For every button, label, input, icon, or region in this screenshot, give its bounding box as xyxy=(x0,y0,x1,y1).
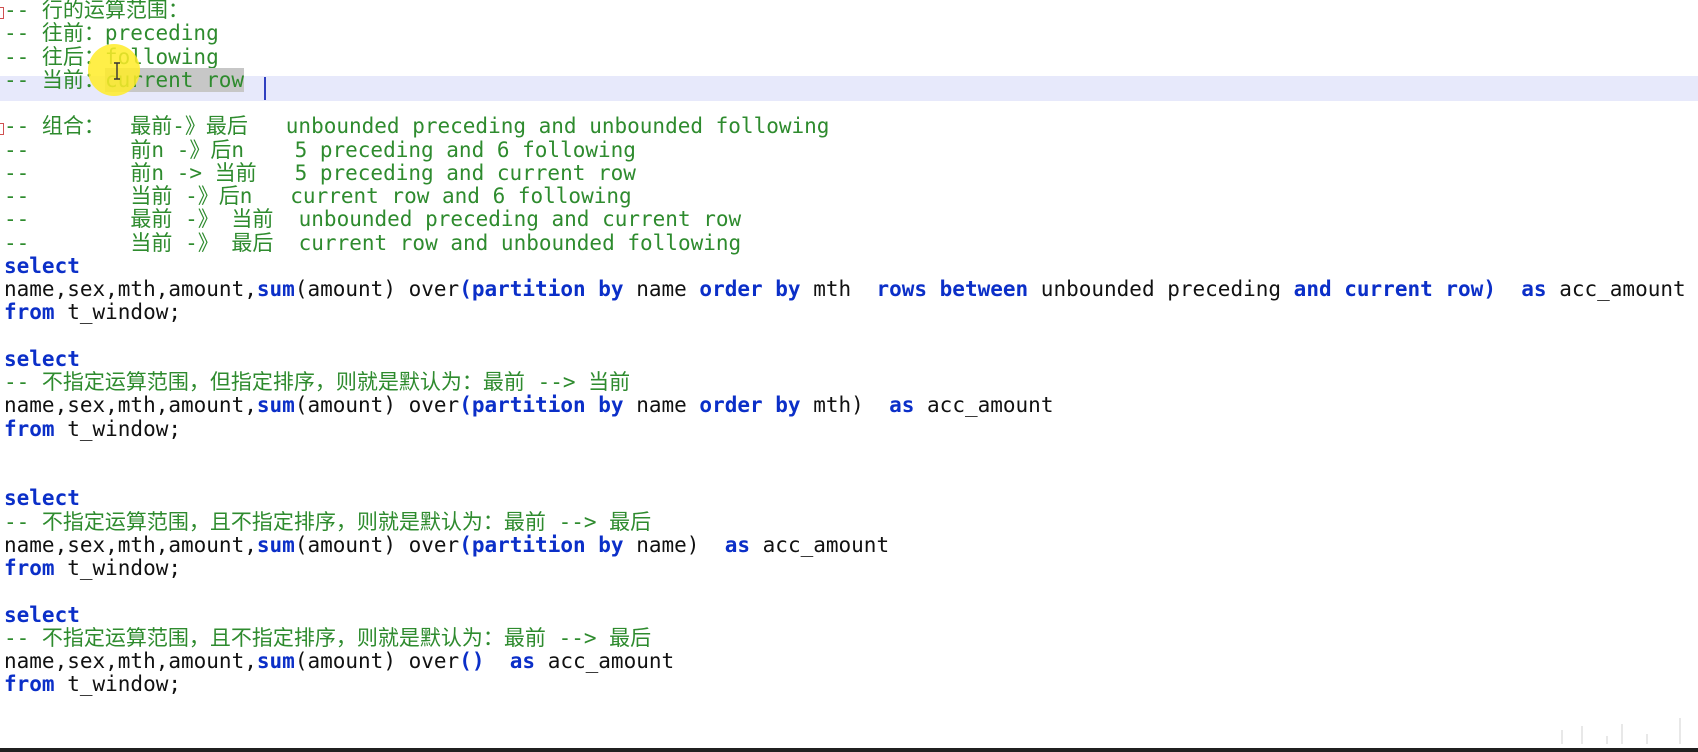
code-token: (amount) over xyxy=(294,277,460,301)
code-token: -- 最前 -》 当前 unbounded preceding and curr… xyxy=(4,207,742,232)
code-line[interactable]: name,sex,mth,amount,sum(amount) over(par… xyxy=(4,393,1053,418)
code-token: acc_amount xyxy=(535,649,675,673)
current-line-highlight xyxy=(0,76,1698,101)
code-token: acc_amount xyxy=(1546,277,1686,301)
code-token: (amount) over xyxy=(294,649,460,673)
bottom-border xyxy=(0,748,1698,752)
code-token: unbounded preceding xyxy=(1028,277,1294,301)
code-token: (partition by xyxy=(459,277,624,301)
code-token: select xyxy=(4,602,80,627)
code-token: name,sex,mth,amount, xyxy=(4,649,257,673)
code-token: sum xyxy=(256,649,295,673)
code-token: as xyxy=(889,393,915,418)
code-line[interactable]: -- 当前 -》 最后 current row and unbounded fo… xyxy=(4,231,741,256)
code-line[interactable]: name,sex,mth,amount,sum(amount) over() a… xyxy=(4,649,674,674)
code-token: acc_amount xyxy=(914,393,1054,418)
code-token: -- 不指定运算范围，且不指定排序，则就是默认为：最前 --> 最后 xyxy=(4,509,652,534)
code-line[interactable]: select xyxy=(4,603,80,628)
code-line[interactable]: from t_window; xyxy=(4,300,181,325)
code-token: rows between xyxy=(876,277,1029,301)
code-token: mth) xyxy=(800,393,890,418)
code-line[interactable]: name,sex,mth,amount,sum(amount) over(par… xyxy=(4,277,1686,302)
text-caret xyxy=(264,77,266,100)
code-token: -- 当前 -》 最后 current row and unbounded fo… xyxy=(4,230,742,255)
code-token: -- 前n -》后n 5 preceding and 6 following xyxy=(4,137,636,162)
code-token: () xyxy=(459,649,485,673)
code-token: from xyxy=(4,416,55,441)
code-line[interactable]: -- 不指定运算范围，但指定排序，则就是默认为：最前 --> 当前 xyxy=(4,370,630,395)
code-token: -- 不指定运算范围，但指定排序，则就是默认为：最前 --> 当前 xyxy=(4,370,631,394)
code-token: -- 前n -> 当前 5 preceding and current row xyxy=(4,160,636,185)
ibeam-cursor-icon xyxy=(114,62,120,80)
code-token: name,sex,mth,amount, xyxy=(4,277,257,301)
code-line[interactable]: from t_window; xyxy=(4,417,181,442)
code-token: name,sex,mth,amount, xyxy=(4,532,257,557)
code-token: from xyxy=(4,672,55,697)
code-token: -- 不指定运算范围，且不指定排序，则就是默认为：最前 --> 最后 xyxy=(4,625,652,650)
fold-marker-icon[interactable] xyxy=(0,123,4,135)
code-line[interactable]: -- 往前：preceding xyxy=(4,21,219,46)
code-token: t_window; xyxy=(54,556,182,580)
code-token: name,sex,mth,amount, xyxy=(4,393,257,418)
code-token: order by xyxy=(699,393,801,418)
code-token: sum xyxy=(256,277,295,301)
code-line[interactable]: from t_window; xyxy=(4,556,181,581)
code-token: mth xyxy=(800,277,877,301)
code-token: from xyxy=(4,556,55,580)
code-token: name xyxy=(623,393,700,418)
code-line[interactable]: -- 不指定运算范围，且不指定排序，则就是默认为：最前 --> 最后 xyxy=(4,626,651,651)
code-token: (amount) over xyxy=(294,393,460,418)
code-token: name xyxy=(623,277,700,301)
code-token: name) xyxy=(623,532,725,557)
code-line[interactable]: select xyxy=(4,347,80,372)
code-line[interactable]: -- 组合： 最前-》最后 unbounded preceding and un… xyxy=(4,114,829,139)
code-line[interactable]: select xyxy=(4,486,80,511)
code-token: select xyxy=(4,253,80,278)
code-token: as xyxy=(724,532,751,557)
code-token: -- 当前 -》后n current row and 6 following xyxy=(4,184,632,208)
code-token: t_window; xyxy=(54,672,182,697)
code-token: (partition by xyxy=(459,532,624,557)
code-token: acc_amount xyxy=(750,532,890,557)
code-token: (amount) over xyxy=(294,532,460,557)
code-line[interactable]: -- 行的运算范围： xyxy=(4,0,189,23)
code-token: as xyxy=(1521,277,1547,301)
code-line[interactable]: from t_window; xyxy=(4,672,181,697)
code-token: sum xyxy=(256,393,295,418)
code-token: -- 组合： 最前-》最后 unbounded preceding and un… xyxy=(4,114,830,139)
code-token: from xyxy=(4,300,55,325)
code-token: -- 行的运算范围： xyxy=(4,0,189,22)
code-line[interactable]: select xyxy=(4,254,80,279)
code-token: (partition by xyxy=(459,393,624,418)
code-token: as xyxy=(509,649,536,673)
code-token: t_window; xyxy=(54,300,182,325)
code-line[interactable]: -- 当前 -》后n current row and 6 following xyxy=(4,184,632,209)
sql-editor[interactable]: -- 行的运算范围：-- 往前：preceding-- 往后：following… xyxy=(0,0,1698,752)
code-token: order by xyxy=(699,277,801,301)
code-token: select xyxy=(4,486,80,511)
code-token: t_window; xyxy=(54,416,182,441)
code-line[interactable]: name,sex,mth,amount,sum(amount) over(par… xyxy=(4,533,889,558)
fold-marker-icon[interactable] xyxy=(0,7,4,19)
code-token: -- 往前：preceding xyxy=(4,21,219,46)
background-watermark-graph xyxy=(1561,718,1681,744)
code-token: sum xyxy=(256,532,295,557)
code-line[interactable]: -- 不指定运算范围，且不指定排序，则就是默认为：最前 --> 最后 xyxy=(4,510,651,535)
code-token: select xyxy=(4,346,80,371)
code-line[interactable]: -- 前n -》后n 5 preceding and 6 following xyxy=(4,138,636,163)
code-token: and current row) xyxy=(1293,277,1496,301)
code-line[interactable]: -- 前n -> 当前 5 preceding and current row xyxy=(4,161,636,186)
code-line[interactable]: -- 最前 -》 当前 unbounded preceding and curr… xyxy=(4,207,741,232)
